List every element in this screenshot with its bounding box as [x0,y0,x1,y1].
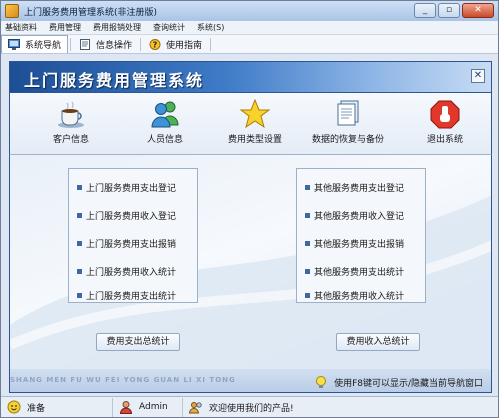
link-label: 其他服务费用收入统计 [314,292,405,302]
window-controls: _ ▫ ✕ [414,3,494,18]
link-label: 其他服务费用支出统计 [314,268,405,278]
exit-system-label: 退出系统 [426,135,463,145]
status-welcome: 欢迎使用我们的产品! [183,398,300,417]
smiley-icon [7,400,21,414]
toolbar-divider [140,37,142,51]
customer-info-label: 客户信息 [52,135,89,145]
users-icon [151,101,179,128]
other-expense-statistics-link[interactable]: 其他服务费用支出统计 [305,265,404,278]
other-expense-register-link[interactable]: 其他服务费用支出登记 [305,181,404,194]
bullet-icon [305,213,310,218]
onsite-expense-statistics-link[interactable]: 上门服务费用支出统计 [77,289,176,302]
exit-system-button[interactable]: 退出系统 [400,99,490,145]
link-label: 上门服务费用支出报销 [86,240,177,250]
onsite-expense-reimburse-link[interactable]: 上门服务费用支出报销 [77,237,176,250]
status-welcome-text: 欢迎使用我们的产品! [209,403,294,414]
bullet-icon [77,213,82,218]
user-group-icon [189,402,202,414]
link-label: 其他服务费用支出登记 [314,184,405,194]
status-bar: 准备 Admin 欢迎使用我们的产品! [1,396,498,417]
link-label: 其他服务费用收入登记 [314,212,405,222]
expense-type-settings-label: 费用类型设置 [227,135,282,145]
data-restore-backup-label: 数据的恢复与备份 [311,135,384,145]
bullet-icon [77,293,82,298]
menu-query-statistics[interactable]: 查询统计 [147,22,191,33]
page-title: 上门服务费用管理系统 [24,71,205,90]
bullet-icon [305,293,310,298]
link-label: 其他服务费用支出报销 [314,240,405,250]
window-title: 上门服务费用管理系统(非注册版) [24,7,158,18]
other-income-statistics-link[interactable]: 其他服务费用收入统计 [305,289,404,302]
customer-info-button[interactable]: 客户信息 [26,99,116,145]
tab-label: 信息操作 [96,40,133,51]
svg-text:?: ? [153,40,158,49]
other-service-panel: 其他服务费用支出登记 其他服务费用收入登记 其他服务费用支出报销 其他服务费用支… [296,168,426,303]
onsite-income-statistics-link[interactable]: 上门服务费用收入统计 [77,265,176,278]
other-income-register-link[interactable]: 其他服务费用收入登记 [305,209,404,222]
status-ready: 准备 [1,397,113,417]
toolbar-divider [70,37,72,51]
menu-expense-management[interactable]: 费用管理 [43,22,87,33]
status-user-text: Admin [139,402,168,412]
onsite-expense-register-link[interactable]: 上门服务费用支出登记 [77,181,176,194]
navigation-hint: 使用F8键可以显示/隐藏当前导航窗口 [314,375,483,389]
bullet-icon [305,241,310,246]
hint-text: 使用F8键可以显示/隐藏当前导航窗口 [334,378,483,389]
onsite-service-panel: 上门服务费用支出登记 上门服务费用收入登记 上门服务费用支出报销 上门服务费用收… [68,168,198,303]
star-icon [239,99,271,129]
staff-info-button[interactable]: 人员信息 [120,99,210,145]
total-income-statistics-button[interactable]: 费用收入总统计 [336,333,420,351]
menu-bar: 基础资料 费用管理 费用报销处理 查询统计 系统(S) [1,21,498,35]
maximize-button[interactable]: ▫ [438,3,460,18]
status-ready-text: 准备 [27,403,46,414]
close-button[interactable]: ✕ [462,3,494,18]
user-icon [119,401,133,414]
tab-system-navigation[interactable]: 系统导航 [1,35,69,53]
other-expense-reimburse-link[interactable]: 其他服务费用支出报销 [305,237,404,250]
onsite-income-register-link[interactable]: 上门服务费用收入登记 [77,209,176,222]
data-restore-backup-button[interactable]: 数据的恢复与备份 [303,99,393,145]
footer-strip: SHANG MEN FU WU FEI YONG GUAN LI XI TONG… [9,369,492,393]
tab-info-operations[interactable]: 信息操作 [73,36,138,53]
navigation-close-button[interactable]: ✕ [471,69,485,83]
menu-reimbursement[interactable]: 费用报销处理 [87,22,147,33]
status-user: Admin [113,397,183,417]
link-label: 上门服务费用收入登记 [86,212,177,222]
staff-info-label: 人员信息 [146,135,183,145]
expense-type-settings-button[interactable]: 费用类型设置 [210,99,300,145]
app-icon [5,4,19,18]
minimize-button[interactable]: _ [414,3,436,18]
title-bar: 上门服务费用管理系统(非注册版) _ ▫ ✕ [1,1,498,21]
link-label: 上门服务费用支出统计 [86,292,177,302]
tab-label: 系统导航 [25,41,62,51]
tab-user-guide[interactable]: ? 使用指南 [143,36,208,53]
link-label: 上门服务费用支出登记 [86,184,177,194]
navigation-area: 上门服务费用支出登记 上门服务费用收入登记 上门服务费用支出报销 上门服务费用收… [9,155,492,369]
lightbulb-icon [316,376,327,388]
toolbar-divider [210,37,212,51]
total-expense-statistics-button[interactable]: 费用支出总统计 [96,333,180,351]
bullet-icon [305,269,310,274]
stop-icon [430,100,460,129]
monitor-icon [8,39,20,50]
documents-icon [337,100,359,126]
document-icon [80,38,91,50]
quick-access-bar: 客户信息 人员信息 费用类型设置 数据的恢复与备份 退出系统 [9,93,492,155]
tab-label: 使用指南 [166,40,203,51]
bullet-icon [77,185,82,190]
coffee-cup-icon [58,101,84,128]
bullet-icon [77,269,82,274]
menu-basic-data[interactable]: 基础资料 [1,22,43,33]
toolbar: 系统导航 信息操作 ? 使用指南 [1,35,498,54]
app-window: 上门服务费用管理系统(非注册版) _ ▫ ✕ 基础资料 费用管理 费用报销处理 … [0,0,499,418]
header-banner: 上门服务费用管理系统 ✕ [9,61,492,93]
help-icon: ? [149,38,161,50]
menu-system[interactable]: 系统(S) [191,22,230,33]
footer-pinyin-text: SHANG MEN FU WU FEI YONG GUAN LI XI TONG [10,376,236,384]
bullet-icon [77,241,82,246]
bullet-icon [305,185,310,190]
link-label: 上门服务费用收入统计 [86,268,177,278]
